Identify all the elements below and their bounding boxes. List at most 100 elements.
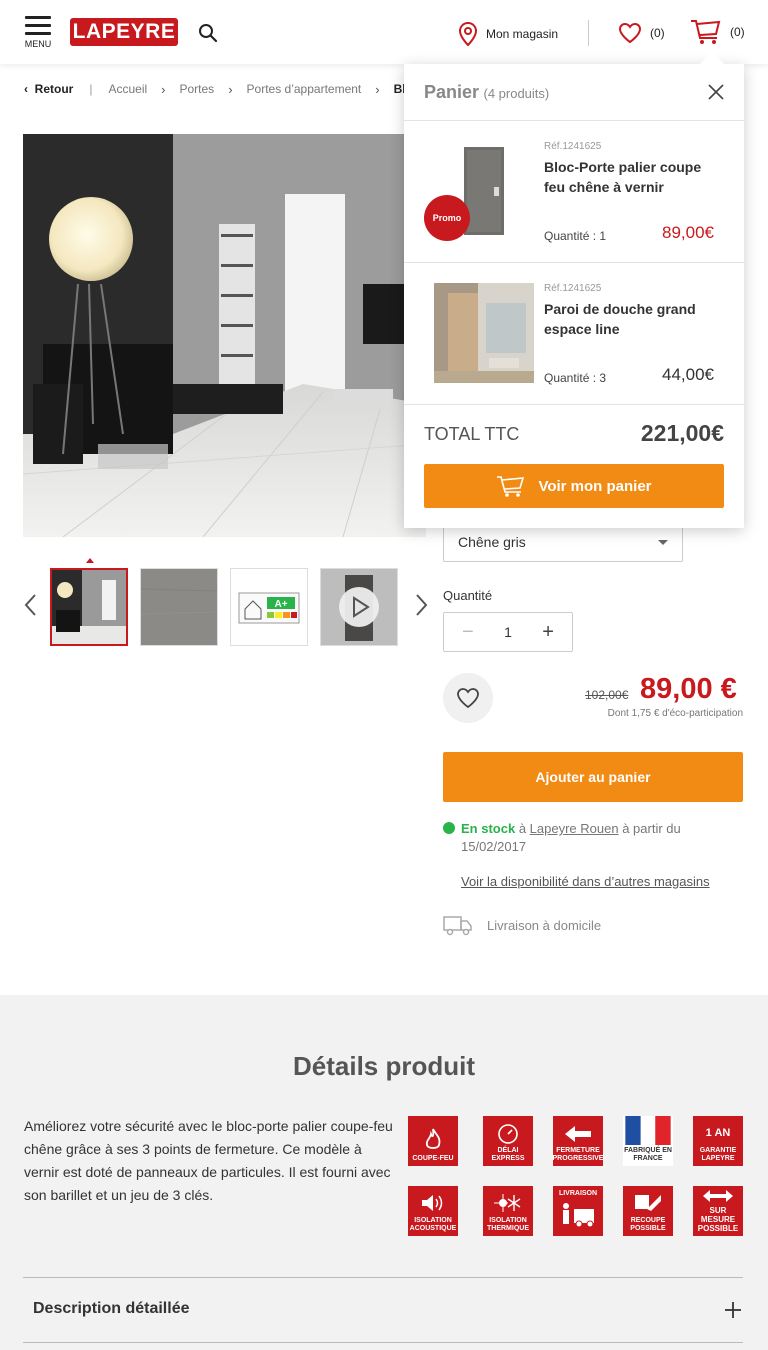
breadcrumb-item-portes-appartement[interactable]: Portes d’appartement [247, 82, 362, 96]
flame-icon [425, 1128, 441, 1149]
finish-select-value: Chêne gris [458, 534, 526, 550]
warranty-badge: 1 AN GARANTIE LAPEYRE [693, 1116, 743, 1166]
stock-store-link[interactable]: Lapeyre Rouen [530, 821, 619, 836]
cart-link[interactable]: (0) [690, 18, 745, 46]
french-flag-icon [625, 1116, 671, 1145]
hamburger-icon-bar [25, 24, 51, 27]
chevron-left-icon[interactable] [22, 592, 40, 618]
chevron-right-icon: › [161, 81, 166, 97]
progressive-closing-badge: FERMETURE PROGRESSIVE [553, 1116, 603, 1166]
cart-item-name[interactable]: Bloc-Porte palier coupe feu chêne à vern… [544, 157, 724, 197]
cart-popup-pointer [700, 52, 724, 64]
badge-label: ISOLATION THERMIQUE [487, 1217, 529, 1232]
eco-participation: Dont 1,75 € d'éco-participation [607, 708, 743, 719]
hamburger-icon-bar [25, 32, 51, 35]
living-room-thumb [52, 570, 126, 644]
hamburger-icon [25, 16, 51, 19]
product-main-image[interactable] [23, 134, 426, 537]
grey-oak-texture-thumb [141, 569, 217, 645]
cart-item-image [434, 283, 534, 383]
header-divider [588, 20, 589, 46]
favorites-link[interactable]: (0) [618, 22, 665, 44]
badge-label: COUPE-FEU [412, 1155, 454, 1162]
trimming-possible-badge: RECOUPE POSSIBLE [623, 1186, 673, 1236]
cart-item[interactable]: Réf.1241625 Paroi de douche grand espace… [404, 263, 744, 405]
badge-label: FABRIQUÉ EN FRANCE [624, 1147, 672, 1162]
other-stores-availability-link[interactable]: Voir la disponibilité dans d’autres maga… [461, 874, 710, 889]
custom-size-badge: SUR MESURE POSSIBLE [693, 1186, 743, 1236]
made-in-france-badge: FABRIQUÉ EN FRANCE [623, 1116, 673, 1166]
thermal-insulation-badge: ISOLATION THERMIQUE [483, 1186, 533, 1236]
chevron-right-icon[interactable] [412, 592, 430, 618]
search-icon[interactable] [198, 23, 218, 43]
speaker-icon [422, 1195, 443, 1211]
thumbnail-texture[interactable] [140, 568, 218, 646]
minus-icon[interactable]: − [462, 621, 474, 644]
menu-label: MENU [24, 39, 52, 49]
caret-down-icon [658, 540, 668, 545]
promo-badge: Promo [424, 195, 470, 241]
thumbnail-strip: A+ [20, 558, 430, 648]
delivery-badge: LIVRAISON [553, 1186, 603, 1236]
view-cart-button[interactable]: Voir mon panier [424, 464, 724, 508]
store-label: Mon magasin [486, 27, 559, 41]
view-cart-label: Voir mon panier [538, 477, 652, 495]
badge-label: LIVRAISON [558, 1190, 598, 1197]
arrow-left-icon [565, 1126, 591, 1142]
close-icon[interactable] [708, 84, 724, 100]
cart-item[interactable]: Promo Réf.1241625 Bloc-Porte palier coup… [404, 121, 744, 263]
quantity-stepper[interactable]: − 1 + [443, 612, 573, 652]
cart-popup-count: (4 produits) [483, 86, 550, 101]
heart-outline-icon [457, 688, 479, 709]
badge-label: RECOUPE POSSIBLE [630, 1217, 666, 1232]
plus-icon[interactable]: + [542, 621, 554, 644]
current-price: 89,00 € [640, 673, 737, 705]
old-price: 102,00€ [585, 688, 629, 702]
plus-icon[interactable] [725, 1302, 741, 1318]
express-delay-badge: DÉLAI EXPRESS [483, 1116, 533, 1166]
resize-arrows-icon [703, 1190, 733, 1202]
back-link[interactable]: ‹ Retour [24, 82, 73, 96]
cart-item-ref: Réf.1241625 [544, 141, 602, 152]
stock-status: En stock [461, 821, 516, 836]
chevron-right-icon: › [228, 81, 233, 97]
warranty-duration: 1 AN [705, 1127, 731, 1139]
cart-popup-header: Panier (4 produits) [404, 64, 744, 121]
quantity-value[interactable]: 1 [504, 624, 512, 640]
heart-icon [618, 22, 642, 44]
room-door-image [434, 283, 534, 383]
product-details-section: Détails produit Améliorez votre sécurité… [0, 995, 768, 1350]
thumbnail-video[interactable] [320, 568, 398, 646]
my-store-link[interactable]: Mon magasin [458, 22, 558, 46]
detailed-description-accordion[interactable]: Description détaillée [23, 1277, 743, 1343]
cart-popup: Panier (4 produits) Promo Réf.1241625 Bl… [404, 64, 744, 528]
badge-label: SUR MESURE POSSIBLE [697, 1206, 739, 1233]
sun-snowflake-icon [494, 1194, 521, 1212]
energy-label-thumb: A+ [231, 569, 307, 645]
chevron-right-icon: › [375, 81, 380, 97]
cart-item-quantity: Quantité : 3 [544, 371, 607, 385]
breadcrumb-item-portes[interactable]: Portes [180, 82, 215, 96]
lapeyre-logo[interactable]: LAPEYRE [70, 18, 178, 46]
menu-button[interactable]: MENU [24, 16, 52, 49]
cart-icon [691, 20, 721, 44]
cart-total-value: 221,00€ [640, 420, 724, 446]
cart-item-name[interactable]: Paroi de douche grand espace line [544, 299, 724, 339]
badge-label: GARANTIE LAPEYRE [699, 1147, 737, 1162]
living-room-photo [23, 134, 426, 537]
active-thumbnail-marker [86, 558, 94, 563]
fire-resistant-badge: COUPE-FEU [408, 1116, 458, 1166]
cart-count: (0) [730, 25, 745, 39]
in-stock-dot-icon [443, 822, 455, 834]
thumbnail-energy-label[interactable]: A+ [230, 568, 308, 646]
breadcrumb-item-accueil[interactable]: Accueil [108, 82, 147, 96]
stock-at: à [518, 821, 527, 836]
badge-label: ISOLATION ACOUSTIQUE [409, 1217, 457, 1232]
add-to-cart-button[interactable]: Ajouter au panier [443, 752, 743, 802]
acoustic-insulation-badge: ISOLATION ACOUSTIQUE [408, 1186, 458, 1236]
thumbnail-living-room[interactable] [50, 568, 128, 646]
details-title: Détails produit [292, 1051, 475, 1081]
site-header: MENU LAPEYRE Mon magasin (0) (0) [0, 0, 768, 64]
add-to-wishlist-button[interactable] [443, 673, 493, 723]
breadcrumb-separator: | [89, 82, 93, 96]
